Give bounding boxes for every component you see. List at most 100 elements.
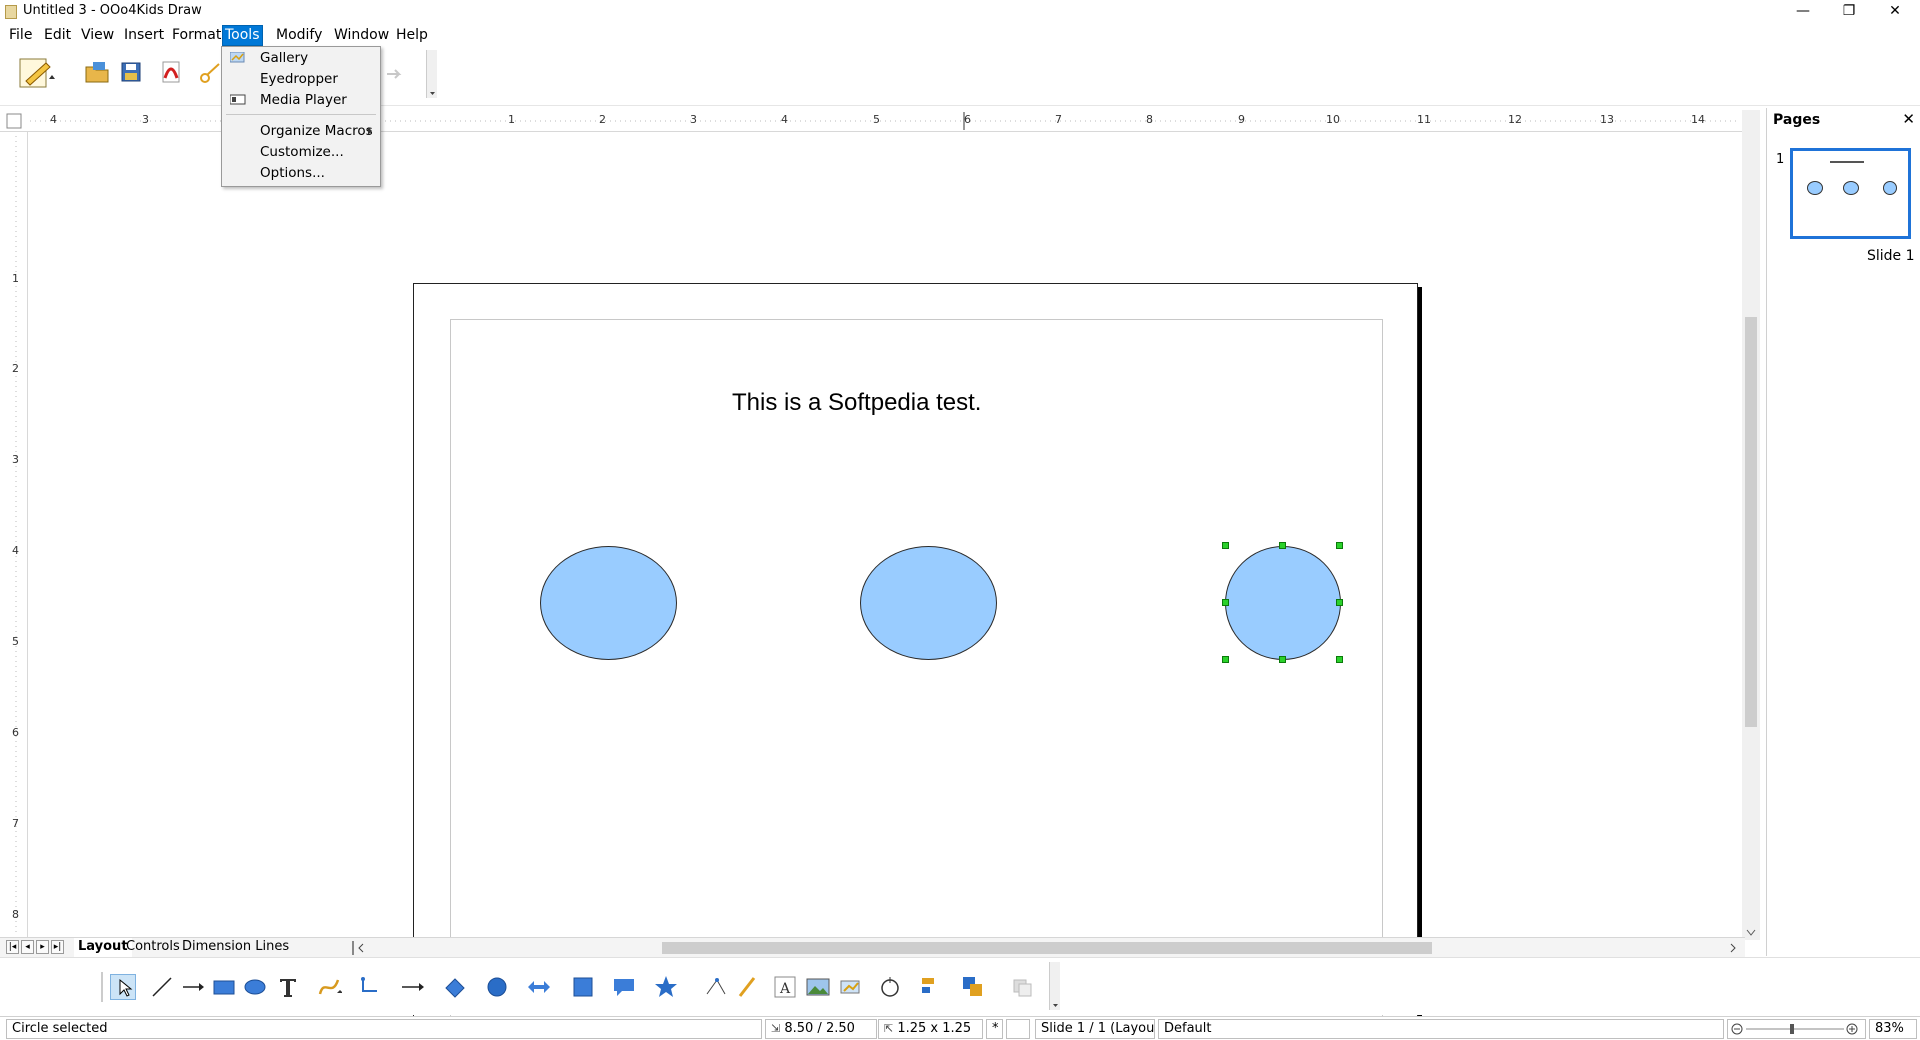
tab-first-icon[interactable]: |◂ — [6, 940, 19, 954]
zoom-level[interactable]: 83% — [1869, 1019, 1917, 1039]
selection-handle[interactable] — [1222, 542, 1229, 549]
zoom-slider[interactable] — [1727, 1019, 1866, 1039]
line-icon[interactable] — [149, 974, 175, 1000]
text-icon[interactable] — [275, 974, 301, 1000]
status-modified[interactable]: * — [986, 1019, 1003, 1039]
menu-item-organize-macros-label: Organize Macros — [260, 123, 373, 139]
toolbar-overflow[interactable] — [426, 50, 437, 98]
menu-help[interactable]: Help — [394, 26, 430, 45]
ruler-tick: 5 — [12, 635, 19, 648]
callouts-icon[interactable] — [611, 974, 637, 1000]
align-icon[interactable] — [918, 974, 944, 1000]
save-icon[interactable] — [117, 58, 145, 86]
selection-handle[interactable] — [1279, 542, 1286, 549]
tab-next-icon[interactable]: ▸ — [36, 940, 49, 954]
fontwork-icon[interactable]: A — [772, 974, 798, 1000]
selection-handle[interactable] — [1222, 599, 1229, 606]
status-digital-signature[interactable] — [1006, 1019, 1030, 1039]
pages-panel-close-icon[interactable]: ✕ — [1902, 110, 1915, 128]
menu-item-customize[interactable]: Customize... — [222, 142, 380, 162]
redo-icon[interactable] — [381, 58, 409, 86]
tab-dimension-lines[interactable]: Dimension Lines — [178, 938, 293, 957]
menu-tools[interactable]: Tools — [222, 25, 263, 46]
close-button[interactable]: ✕ — [1872, 0, 1918, 24]
insert-image-icon[interactable] — [805, 974, 831, 1000]
drawbar-overflow[interactable] — [1049, 962, 1060, 1010]
menu-format[interactable]: Format — [170, 26, 223, 45]
ruler-tick: 6 — [964, 113, 971, 126]
tab-controls[interactable]: Controls — [122, 938, 184, 957]
menu-modify[interactable]: Modify — [274, 26, 324, 45]
menu-insert[interactable]: Insert — [122, 26, 166, 45]
menu-view[interactable]: View — [79, 26, 116, 45]
connector-icon[interactable] — [358, 974, 384, 1000]
ruler-tick: 6 — [12, 726, 19, 739]
tab-last-icon[interactable]: ▸| — [51, 940, 64, 954]
menu-edit[interactable]: Edit — [42, 26, 73, 45]
lines-arrows-icon[interactable] — [400, 974, 426, 1000]
selection-handle[interactable] — [1336, 599, 1343, 606]
ellipse-shape-1[interactable] — [540, 546, 677, 660]
arrange-icon[interactable] — [960, 974, 986, 1000]
basic-shapes-icon[interactable] — [442, 974, 468, 1000]
menu-file[interactable]: File — [7, 26, 34, 45]
slide-page[interactable]: This is a Softpedia test. — [413, 283, 1418, 1040]
ruler-tick: 10 — [1326, 113, 1340, 126]
vertical-ruler[interactable]: 1 2 3 4 5 6 7 8 — [0, 132, 28, 940]
menu-bar: File Edit View Insert Format Tools Modif… — [0, 24, 1920, 46]
block-arrows-icon[interactable] — [526, 974, 552, 1000]
status-layout[interactable]: Default — [1158, 1019, 1724, 1039]
menu-item-media-player[interactable]: Media Player — [222, 90, 380, 110]
menu-item-organize-macros[interactable]: Organize Macros — [222, 121, 380, 141]
line-arrow-icon[interactable] — [180, 974, 206, 1000]
extrusion-icon[interactable] — [1010, 974, 1036, 1000]
menu-item-eyedropper[interactable]: Eyedropper — [222, 69, 380, 89]
tab-splitter[interactable] — [352, 941, 354, 955]
selection-handle[interactable] — [1336, 656, 1343, 663]
ellipse-shape-2[interactable] — [860, 546, 997, 660]
ruler-tick: 3 — [142, 113, 149, 126]
scroll-right-icon[interactable] — [1728, 941, 1738, 955]
ruler-tick: 13 — [1600, 113, 1614, 126]
layer-tabs-row: |◂ ◂ ▸ ▸| Layout Controls Dimension Line… — [0, 937, 1745, 957]
drawing-canvas[interactable]: This is a Softpedia test. — [30, 134, 1742, 1040]
ruler-tick: 4 — [50, 113, 57, 126]
restore-button[interactable]: ❐ — [1826, 0, 1872, 24]
flowcharts-icon[interactable] — [570, 974, 596, 1000]
minimize-button[interactable]: — — [1780, 0, 1826, 24]
points-icon[interactable] — [703, 974, 729, 1000]
menu-item-gallery[interactable]: Gallery — [222, 48, 380, 68]
thumb-text-line — [1830, 161, 1864, 163]
curve-icon[interactable] — [316, 974, 343, 1000]
status-message: Circle selected — [6, 1019, 762, 1039]
drawing-toolbar: A — [0, 957, 1920, 1015]
rectangle-icon[interactable] — [211, 974, 237, 1000]
scroll-left-icon[interactable] — [356, 941, 366, 955]
glue-points-icon[interactable] — [734, 974, 760, 1000]
select-arrow-icon[interactable] — [110, 974, 136, 1000]
new-document-icon[interactable] — [16, 55, 58, 93]
export-pdf-icon[interactable] — [157, 58, 185, 86]
slide-thumbnail[interactable] — [1790, 148, 1911, 239]
selection-handle[interactable] — [1222, 656, 1229, 663]
vertical-scrollbar[interactable] — [1742, 110, 1760, 940]
size-icon: ⇱ — [884, 1022, 894, 1035]
selection-handle[interactable] — [1336, 542, 1343, 549]
slide-text-box[interactable]: This is a Softpedia test. — [732, 389, 981, 417]
stars-icon[interactable] — [653, 974, 679, 1000]
gallery-toolbar-icon[interactable] — [838, 974, 864, 1000]
ellipse-icon[interactable] — [242, 974, 268, 1000]
rotate-icon[interactable] — [877, 974, 903, 1000]
page-margin — [450, 319, 1383, 1024]
ruler-tick: 8 — [12, 908, 19, 921]
tab-prev-icon[interactable]: ◂ — [21, 940, 34, 954]
menu-window[interactable]: Window — [332, 26, 391, 45]
open-icon[interactable] — [83, 58, 111, 86]
menu-item-media-player-label: Media Player — [260, 92, 347, 108]
symbol-shapes-icon[interactable] — [484, 974, 510, 1000]
status-bar: Circle selected ⇲ 8.50 / 2.50 ⇱ 1.25 x 1… — [0, 1016, 1920, 1040]
horizontal-scroll-thumb[interactable] — [662, 942, 1432, 954]
circle-shape-selected[interactable] — [1225, 546, 1341, 660]
menu-item-options[interactable]: Options... — [222, 163, 380, 183]
selection-handle[interactable] — [1279, 656, 1286, 663]
